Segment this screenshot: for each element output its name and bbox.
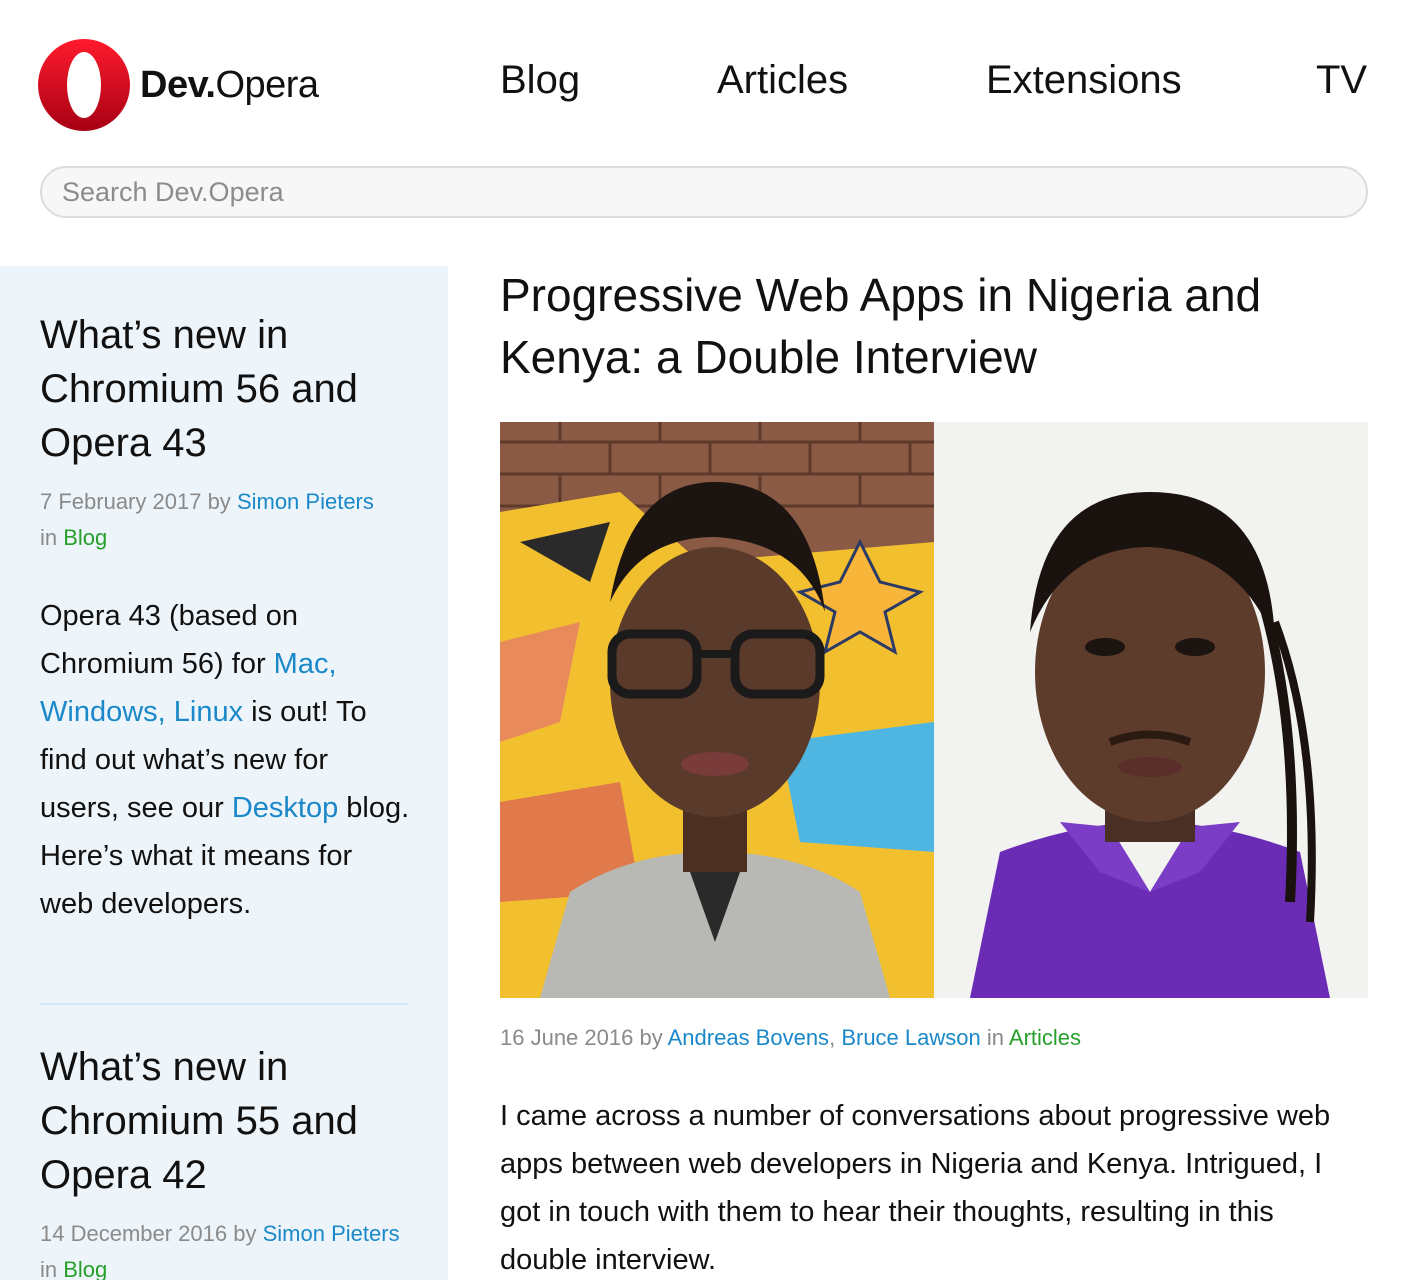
author-link-andreas[interactable]: Andreas Bovens	[668, 1025, 829, 1050]
post-date: 7 February 2017	[40, 489, 202, 514]
sidebar-divider	[40, 1003, 408, 1005]
category-link[interactable]: Blog	[63, 525, 107, 550]
article-in: in	[986, 1025, 1004, 1050]
sidebar-post: What’s new in Chromium 55 and Opera 42 1…	[40, 1040, 410, 1280]
sidebar: What’s new in Chromium 56 and Opera 43 7…	[0, 266, 448, 1280]
article-by: by	[639, 1025, 663, 1050]
author-link[interactable]: Simon Pieters	[237, 489, 374, 514]
sidebar-post: What’s new in Chromium 56 and Opera 43 7…	[40, 308, 410, 928]
excerpt-text: Opera 43 (based on Chromium 56) for	[40, 600, 298, 680]
nav-articles[interactable]: Articles	[717, 58, 848, 103]
article-hero-image	[500, 422, 1368, 998]
author-link-bruce[interactable]: Bruce Lawson	[841, 1025, 980, 1050]
post-by: by	[233, 1221, 257, 1246]
article-intro: I came across a number of conversations …	[500, 1100, 1331, 1276]
post-date: 14 December 2016	[40, 1221, 228, 1246]
sidebar-post-title[interactable]: What’s new in Chromium 55 and Opera 42	[40, 1040, 410, 1202]
article-date: 16 June 2016	[500, 1025, 634, 1050]
nav-extensions[interactable]: Extensions	[986, 58, 1182, 103]
post-in: in	[40, 525, 58, 550]
article-title[interactable]: Progressive Web Apps in Nigeria and Keny…	[500, 264, 1368, 388]
post-by: by	[207, 489, 231, 514]
author-separator: ,	[829, 1025, 836, 1050]
category-link-articles[interactable]: Articles	[1009, 1025, 1081, 1050]
category-link[interactable]: Blog	[63, 1257, 107, 1280]
article-meta: 16 June 2016 by Andreas Bovens, Bruce La…	[500, 1020, 1081, 1056]
author-link[interactable]: Simon Pieters	[263, 1221, 400, 1246]
search-input[interactable]	[40, 166, 1368, 218]
sidebar-post-title[interactable]: What’s new in Chromium 56 and Opera 43	[40, 308, 410, 470]
nav-tv[interactable]: TV	[1316, 58, 1367, 103]
nav-blog[interactable]: Blog	[500, 58, 580, 103]
sidebar-post-excerpt: Opera 43 (based on Chromium 56) for Mac,…	[40, 592, 410, 928]
main-nav: Blog Articles Extensions TV	[0, 58, 1408, 118]
site-header: Dev.Opera Blog Articles Extensions TV	[0, 0, 1408, 150]
desktop-blog-link[interactable]: Desktop	[232, 792, 338, 824]
post-in: in	[40, 1257, 58, 1280]
sidebar-post-meta: 7 February 2017 by Simon Pieters in Blog	[40, 484, 410, 556]
sidebar-post-meta: 14 December 2016 by Simon Pieters in Blo…	[40, 1216, 410, 1280]
